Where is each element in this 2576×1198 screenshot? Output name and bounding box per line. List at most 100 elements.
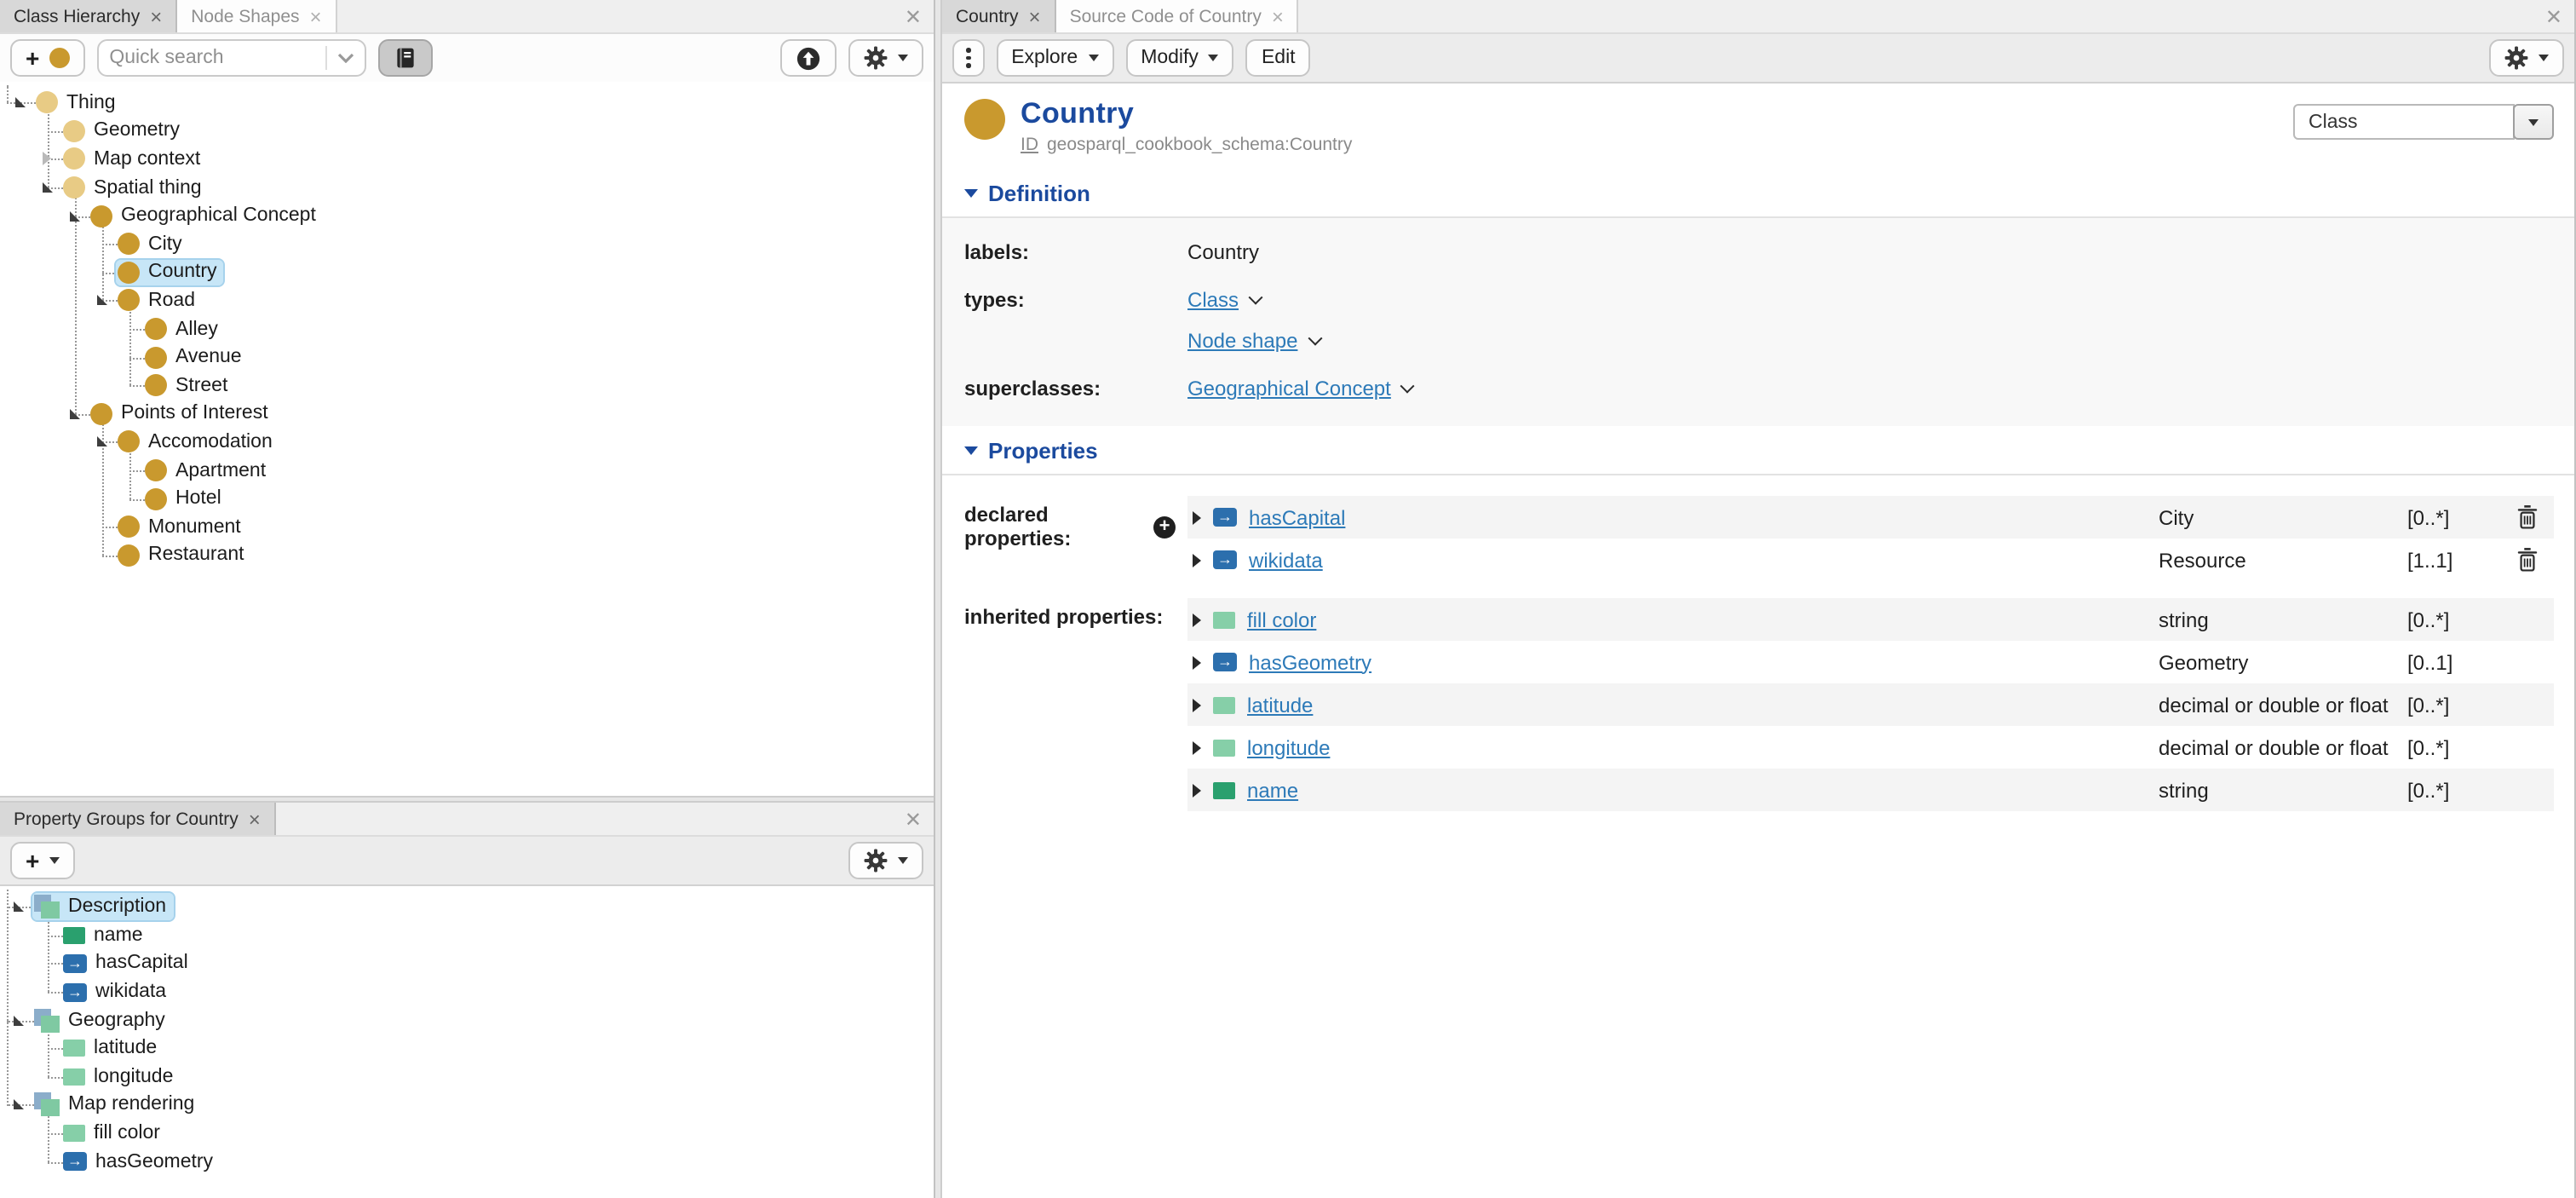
quick-search-input[interactable] <box>109 48 315 68</box>
modify-menu-button[interactable]: Modify <box>1125 39 1234 77</box>
property-link[interactable]: hasGeometry <box>1249 650 1371 674</box>
tree-node[interactable]: Street <box>143 373 234 399</box>
tree-node[interactable]: Map context <box>61 147 207 172</box>
group-tree-item-description[interactable]: Description <box>0 893 934 921</box>
class-tree-item-thing[interactable]: Thing <box>0 89 934 117</box>
class-tree-item-hotel[interactable]: Hotel <box>0 485 934 513</box>
property-link[interactable]: latitude <box>1247 693 1313 717</box>
tree-node[interactable]: Map rendering <box>32 1091 201 1119</box>
class-tree-item-road[interactable]: Road <box>0 286 934 314</box>
chevron-down-icon[interactable] <box>1249 291 1263 305</box>
close-tab-icon[interactable]: × <box>249 809 261 829</box>
group-tree-item-hasgeometry[interactable]: →hasGeometry <box>0 1148 934 1176</box>
chevron-down-icon[interactable] <box>1400 379 1415 394</box>
class-tree-item-alley[interactable]: Alley <box>0 315 934 343</box>
class-tree-item-country[interactable]: Country <box>0 258 934 286</box>
add-property-button[interactable]: + <box>1153 515 1176 538</box>
delete-property-button[interactable] <box>2506 504 2547 530</box>
horizontal-splitter[interactable] <box>0 796 934 803</box>
tree-node[interactable]: Geographical Concept <box>89 203 323 228</box>
tree-node[interactable]: Spatial thing <box>61 175 209 200</box>
upload-button[interactable] <box>780 39 837 77</box>
tree-node[interactable]: →hasCapital <box>61 952 195 976</box>
detail-settings-button[interactable] <box>2489 39 2564 77</box>
expanded-expander-icon[interactable] <box>43 177 63 198</box>
detail-tab-source-code-of-country[interactable]: Source Code of Country× <box>1056 0 1299 32</box>
tree-node[interactable]: latitude <box>61 1037 164 1061</box>
tree-node[interactable]: Avenue <box>143 344 249 370</box>
group-tree-item-longitude[interactable]: longitude <box>0 1063 934 1091</box>
expand-property-icon[interactable] <box>1193 655 1213 669</box>
expand-property-icon[interactable] <box>1193 740 1213 754</box>
more-options-button[interactable] <box>952 39 984 77</box>
tree-node[interactable]: name <box>61 924 150 947</box>
expanded-expander-icon[interactable] <box>97 432 118 452</box>
expanded-expander-icon[interactable] <box>70 404 90 424</box>
chevron-down-icon[interactable] <box>1308 331 1322 346</box>
tree-node[interactable]: Restaurant <box>116 543 251 568</box>
group-tree-item-name[interactable]: name <box>0 921 934 949</box>
group-tree-item-wikidata[interactable]: →wikidata <box>0 978 934 1006</box>
close-panel-icon[interactable]: ✕ <box>2533 6 2574 26</box>
tree-node[interactable]: Road <box>116 288 202 314</box>
expanded-expander-icon[interactable] <box>97 291 118 311</box>
group-tree-item-geography[interactable]: Geography <box>0 1006 934 1034</box>
expand-property-icon[interactable] <box>1193 613 1213 626</box>
close-tab-icon[interactable]: × <box>1272 6 1284 26</box>
display-mode-toggle-button[interactable] <box>378 39 433 77</box>
tree-node[interactable]: Points of Interest <box>89 401 275 427</box>
tree-node[interactable]: longitude <box>61 1065 180 1089</box>
class-tree-item-monument[interactable]: Monument <box>0 513 934 541</box>
tree-node[interactable]: Geography <box>32 1006 172 1034</box>
class-tree-item-spatial-thing[interactable]: Spatial thing <box>0 174 934 202</box>
close-panel-icon[interactable]: ✕ <box>893 809 934 829</box>
property-groups-tab-property-groups-for-country[interactable]: Property Groups for Country× <box>0 803 276 835</box>
tree-node[interactable]: City <box>116 232 189 257</box>
property-link[interactable]: hasCapital <box>1249 505 1345 529</box>
class-hierarchy-tab-class-hierarchy[interactable]: Class Hierarchy× <box>0 0 177 32</box>
collapsed-expander-icon[interactable] <box>43 149 63 170</box>
class-tree-item-avenue[interactable]: Avenue <box>0 343 934 371</box>
explore-menu-button[interactable]: Explore <box>996 39 1113 77</box>
expand-property-icon[interactable] <box>1193 783 1213 797</box>
tree-node[interactable]: Apartment <box>143 458 273 483</box>
close-tab-icon[interactable]: × <box>310 6 322 26</box>
property-link[interactable]: longitude <box>1247 735 1330 759</box>
class-tree-item-geometry[interactable]: Geometry <box>0 117 934 145</box>
class-tree-item-accomodation[interactable]: Accomodation <box>0 428 934 456</box>
expanded-expander-icon[interactable] <box>14 897 34 918</box>
expand-property-icon[interactable] <box>1193 698 1213 711</box>
tree-node[interactable]: Monument <box>116 515 248 540</box>
class-tree-item-map-context[interactable]: Map context <box>0 145 934 173</box>
class-tree-item-street[interactable]: Street <box>0 371 934 400</box>
detail-tab-country[interactable]: Country× <box>942 0 1056 32</box>
expand-property-icon[interactable] <box>1193 510 1213 524</box>
entity-type-combo-button[interactable] <box>2513 104 2554 140</box>
group-tree-item-map-rendering[interactable]: Map rendering <box>0 1091 934 1119</box>
group-tree-item-fill-color[interactable]: fill color <box>0 1120 934 1148</box>
definition-value-link[interactable]: Geographical Concept <box>1187 377 1391 400</box>
property-link[interactable]: name <box>1247 778 1298 802</box>
entity-type-value[interactable]: Class <box>2293 104 2515 140</box>
class-tree-item-restaurant[interactable]: Restaurant <box>0 541 934 569</box>
tree-node[interactable]: Country <box>116 260 224 285</box>
tree-node[interactable]: Thing <box>34 90 123 116</box>
chevron-down-icon[interactable] <box>337 53 354 63</box>
definition-value-link[interactable]: Class <box>1187 288 1239 312</box>
expanded-expander-icon[interactable] <box>14 1010 34 1030</box>
edit-button[interactable]: Edit <box>1246 39 1311 77</box>
delete-property-button[interactable] <box>2506 547 2547 573</box>
close-tab-icon[interactable]: × <box>1029 6 1041 26</box>
vertical-splitter[interactable] <box>935 0 942 1198</box>
property-groups-settings-button[interactable] <box>848 842 923 879</box>
close-tab-icon[interactable]: × <box>150 6 162 26</box>
expanded-expander-icon[interactable] <box>70 205 90 226</box>
expanded-expander-icon[interactable] <box>15 93 36 113</box>
definition-value-link[interactable]: Node shape <box>1187 329 1297 353</box>
tree-node[interactable]: Description <box>32 894 173 921</box>
collapse-section-icon[interactable] <box>964 446 978 455</box>
class-hierarchy-tab-node-shapes[interactable]: Node Shapes× <box>177 0 336 32</box>
group-tree-item-latitude[interactable]: latitude <box>0 1034 934 1063</box>
property-link[interactable]: wikidata <box>1249 548 1323 572</box>
tree-node[interactable]: Hotel <box>143 486 228 511</box>
